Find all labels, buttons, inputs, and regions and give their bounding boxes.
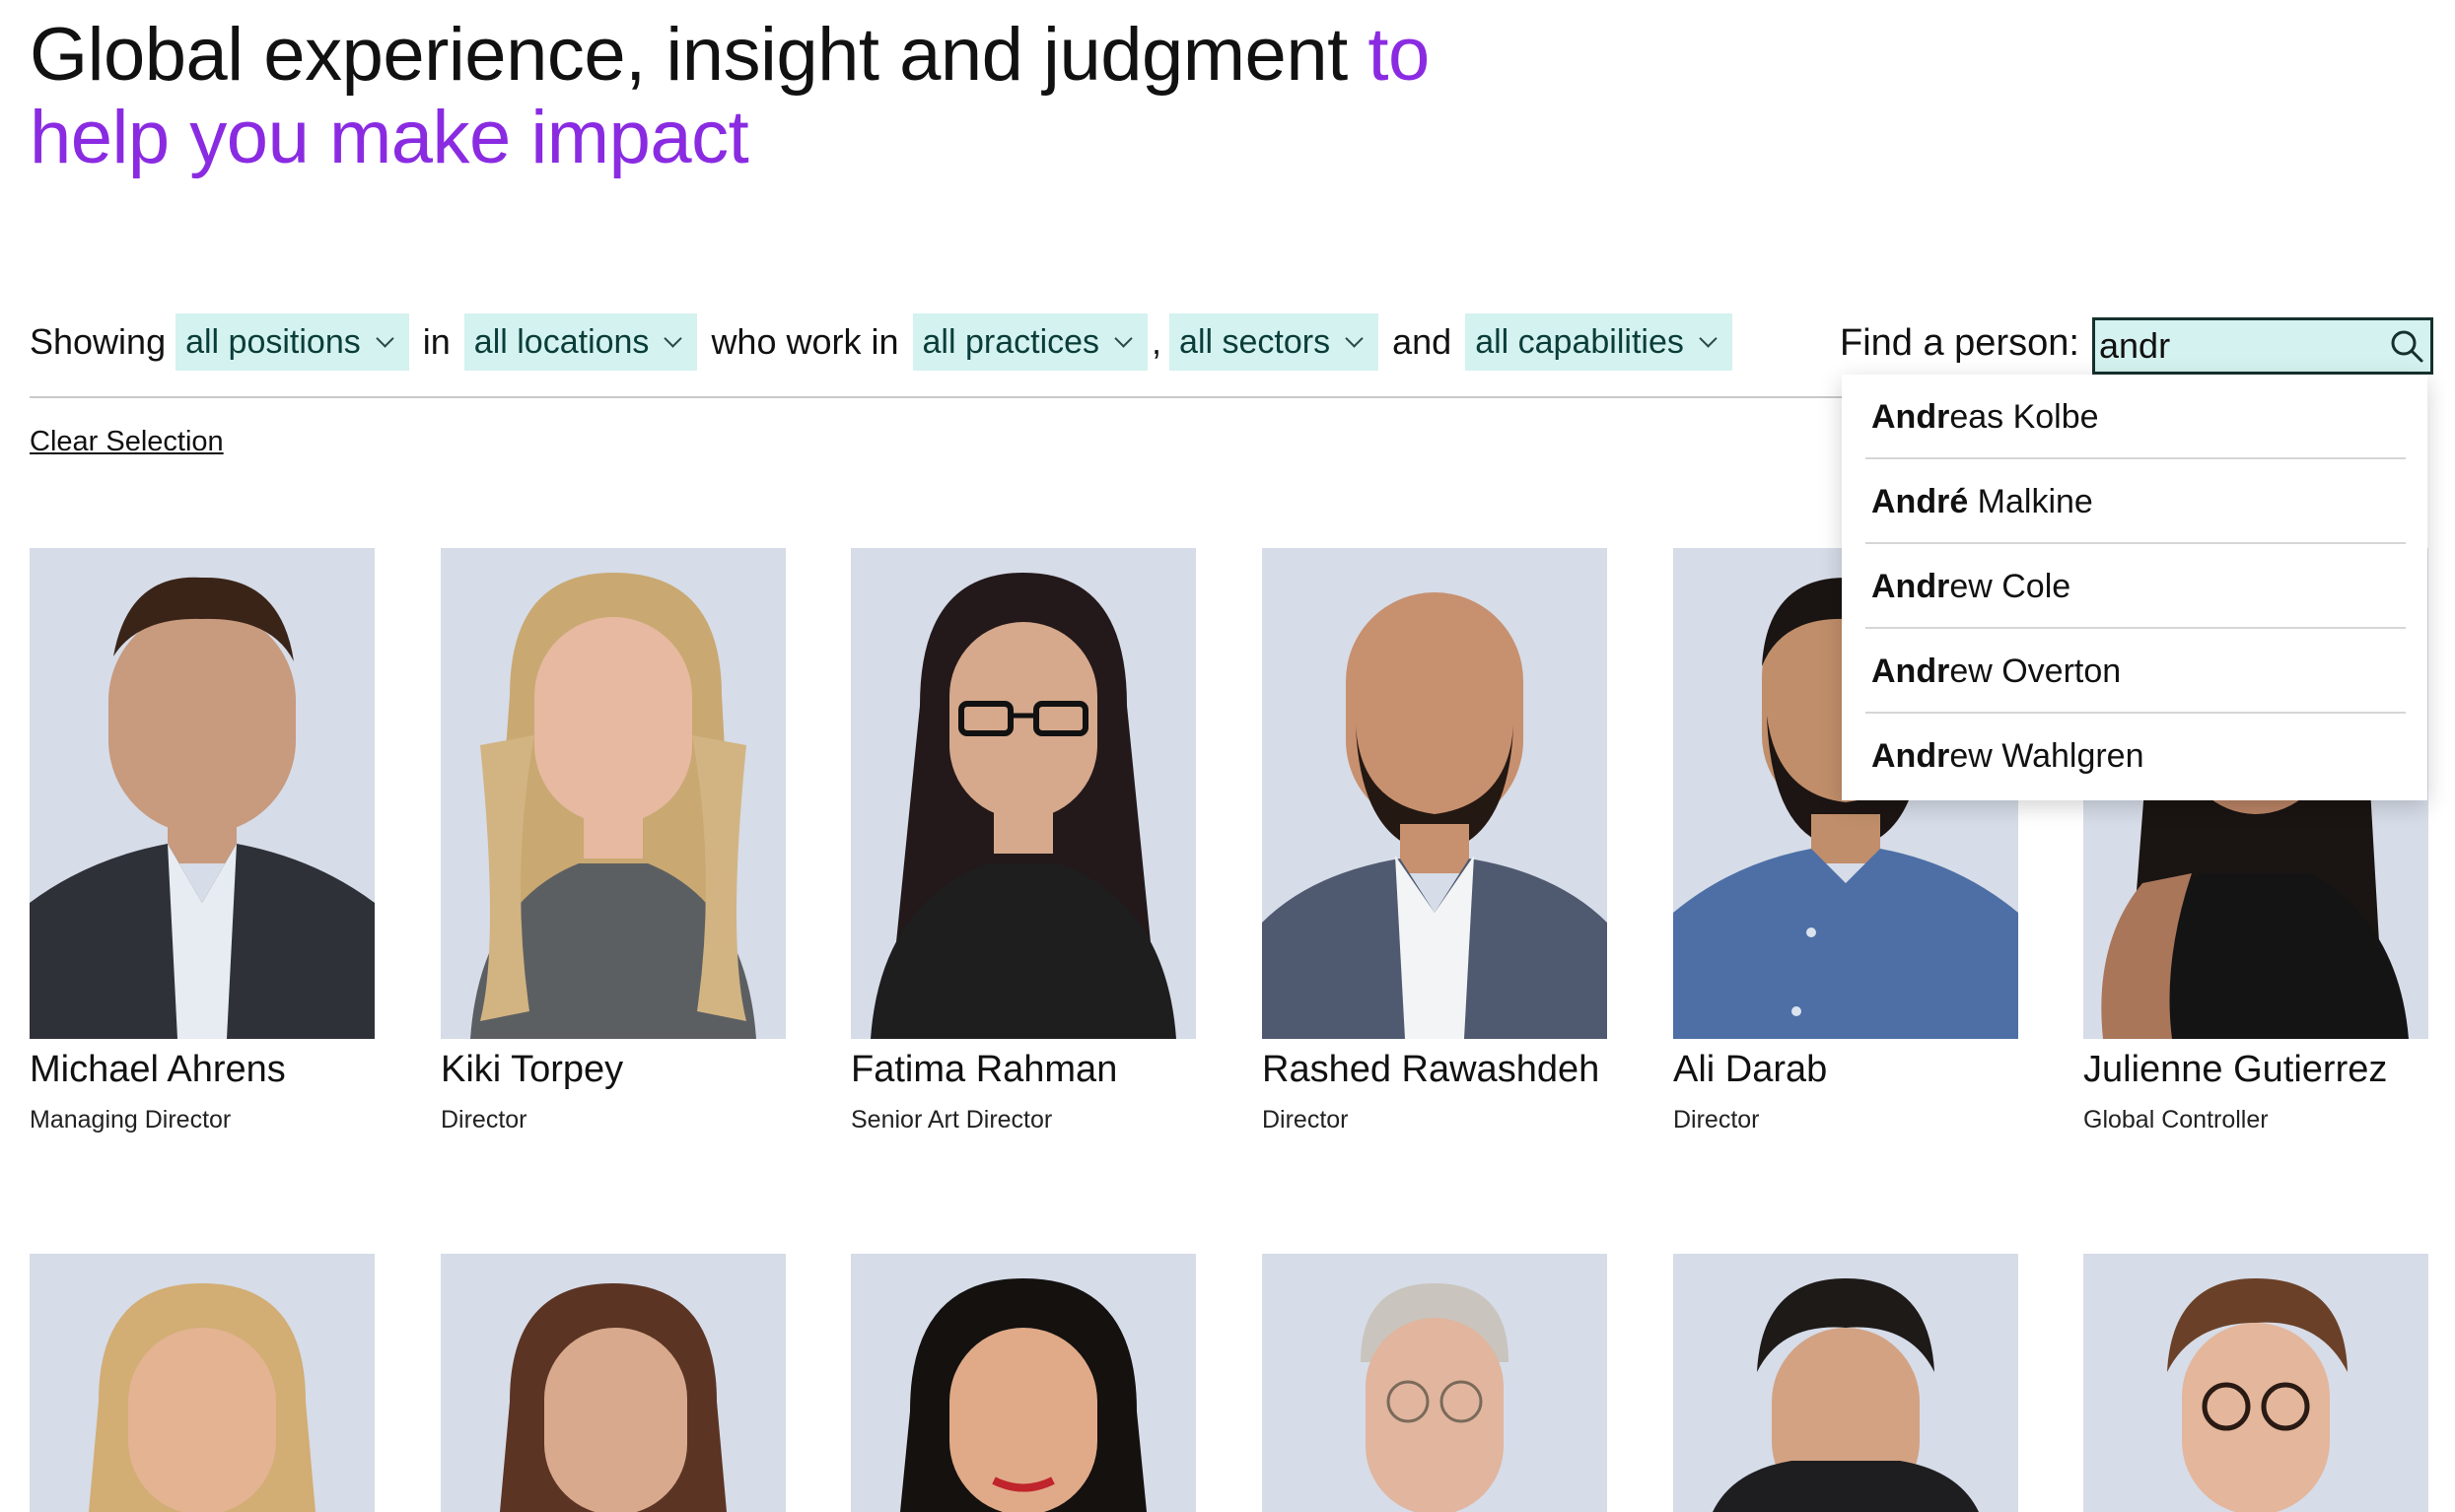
person-photo	[441, 1254, 786, 1512]
suggestion-item[interactable]: Andrew Cole	[1865, 544, 2406, 629]
chevron-down-icon	[1699, 328, 1718, 348]
person-name: Rashed Rawashdeh	[1262, 1049, 1600, 1090]
person-name: Julienne Gutierrez	[2083, 1049, 2388, 1090]
page-title: Global experience, insight and judgment …	[30, 14, 1568, 179]
chevron-down-icon	[1345, 328, 1364, 348]
person-role: Director	[1673, 1106, 1760, 1134]
person-photo	[851, 548, 1196, 1039]
person-photo	[30, 548, 375, 1039]
person-role: Director	[1262, 1106, 1349, 1134]
search-suggestions: Andreas Kolbe André Malkine Andrew Cole …	[1842, 375, 2427, 800]
person-photo	[851, 1254, 1196, 1512]
filter-divider	[30, 396, 1854, 398]
locations-filter[interactable]: all locations	[463, 313, 698, 371]
person-role: Global Controller	[2083, 1106, 2269, 1134]
person-photo	[2083, 1254, 2428, 1512]
sectors-filter[interactable]: all sectors	[1169, 313, 1379, 371]
person-name: Fatima Rahman	[851, 1049, 1118, 1090]
person-name: Ali Darab	[1673, 1049, 1828, 1090]
search-icon[interactable]	[2389, 328, 2424, 364]
headline-text: Global experience, insight and judgment	[30, 13, 1348, 97]
locations-filter-label: all locations	[473, 322, 650, 361]
person-photo	[30, 1254, 375, 1512]
search-input[interactable]	[2099, 320, 2365, 372]
person-photo	[1673, 1254, 2018, 1512]
person-photo	[441, 548, 786, 1039]
showing-label: Showing	[30, 321, 167, 362]
sectors-filter-label: all sectors	[1179, 322, 1331, 361]
positions-filter-label: all positions	[185, 322, 361, 361]
suggestion-item[interactable]: Andreas Kolbe	[1865, 375, 2406, 459]
suggestion-item[interactable]: Andrew Wahlgren	[1865, 714, 2406, 798]
person-name: Kiki Torpey	[441, 1049, 624, 1090]
find-person-label: Find a person:	[1840, 322, 2079, 364]
capabilities-filter[interactable]: all capabilities	[1465, 313, 1732, 371]
clear-selection-link[interactable]: Clear Selection	[30, 426, 224, 458]
chevron-down-icon	[376, 328, 394, 348]
chevron-down-icon	[664, 328, 683, 348]
practices-filter-label: all practices	[922, 322, 1100, 361]
person-photo	[1262, 548, 1607, 1039]
suggestion-item[interactable]: Andrew Overton	[1865, 629, 2406, 714]
positions-filter[interactable]: all positions	[175, 313, 409, 371]
chevron-down-icon	[1114, 328, 1133, 348]
search-box	[2092, 317, 2433, 375]
who-work-in-label: who work in	[711, 321, 899, 362]
person-role: Director	[441, 1106, 527, 1134]
person-role: Senior Art Director	[851, 1106, 1053, 1134]
comma-separator: ,	[1152, 321, 1162, 362]
capabilities-filter-label: all capabilities	[1475, 322, 1684, 361]
person-role: Managing Director	[30, 1106, 232, 1134]
person-photo	[1262, 1254, 1607, 1512]
and-label: and	[1392, 321, 1452, 362]
suggestion-item[interactable]: André Malkine	[1865, 459, 2406, 544]
person-name: Michael Ahrens	[30, 1049, 286, 1090]
filter-bar: Showing all positions in all locations w…	[30, 313, 1732, 371]
practices-filter[interactable]: all practices	[912, 313, 1149, 371]
in-label: in	[422, 321, 451, 362]
